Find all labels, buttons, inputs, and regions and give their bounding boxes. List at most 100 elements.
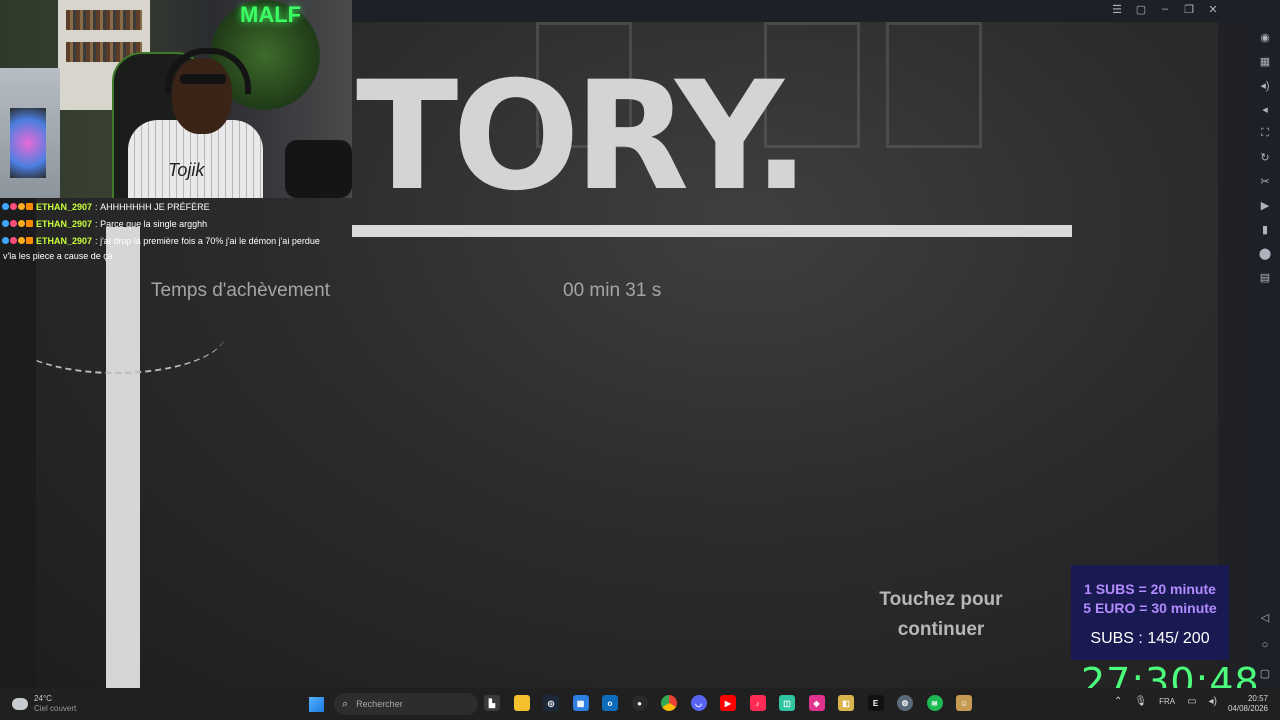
tiktok-icon[interactable]: ♪ (749, 695, 766, 711)
taskbar-search[interactable]: ⌕ Rechercher (334, 693, 478, 715)
taskbar-apps: ▙ ◎ ▦ o ● ◡ ▶ ♪ ◫ ◈ ◧ E ⚙ ≋ ☺ (484, 695, 972, 711)
books-row (66, 10, 142, 30)
chat-text-continuation: v'la les piece a cause de ça (3, 251, 113, 261)
multi-instance-icon[interactable]: ▤ (1256, 268, 1274, 286)
subathon-rule-euro: 5 EURO = 30 minute (1083, 600, 1217, 616)
chat-text: Parce que la single argghh (100, 218, 208, 229)
epic-games-icon[interactable]: E (867, 695, 884, 711)
chat-separator: : (95, 235, 98, 246)
badge-icon (2, 203, 9, 210)
webcam-overlay: MALF Tojik (0, 0, 352, 198)
globe-icon[interactable]: ◉ (1256, 28, 1274, 46)
weather-temp: 24°C (34, 694, 52, 703)
chat-message: ETHAN_2907 : Parce que la single argghh (0, 215, 352, 232)
pc-case (0, 68, 60, 198)
rotate-icon[interactable]: ↻ (1256, 148, 1274, 166)
continue-line-2: continuer (897, 619, 985, 640)
folder-icon[interactable] (513, 695, 530, 711)
store-icon[interactable]: ▦ (572, 695, 589, 711)
chat-separator: : (95, 218, 98, 229)
tap-to-continue[interactable]: Touchez pour continuer (871, 585, 1011, 645)
continue-line-1: Touchez pour (879, 589, 1003, 610)
rgb-lights (10, 108, 46, 178)
streamlabs-icon[interactable]: ◫ (779, 695, 795, 711)
app-pink-icon[interactable]: ◈ (808, 695, 825, 711)
apk-icon[interactable]: ▮ (1256, 220, 1274, 238)
search-icon: ⌕ (342, 697, 349, 710)
fullscreen-icon[interactable]: ⛶ (1256, 124, 1274, 142)
chat-username: ETHAN_2907 (36, 201, 93, 212)
subathon-box: 1 SUBS = 20 minute 5 EURO = 30 minute SU… (1071, 565, 1229, 660)
taskbar-clock[interactable]: 20:57 04/08/2026 (1222, 694, 1268, 714)
chat-username: ETHAN_2907 (36, 218, 93, 229)
taskbar: 24°C Ciel couvert ⌕ Rechercher ▙ ◎ ▦ o ●… (0, 688, 1280, 720)
victory-title: TORY. (356, 50, 810, 224)
system-tray: ⌃ 🎙 FRA ▭ ◂) (1114, 696, 1217, 707)
minimize-icon[interactable]: – (1158, 3, 1172, 16)
windows-start-icon[interactable] (309, 697, 324, 712)
user-badges (2, 220, 33, 227)
user-badges (2, 203, 33, 210)
youtube-icon[interactable]: ▶ (720, 695, 736, 711)
completion-time-value: 00 min 31 s (563, 280, 662, 301)
subathon-rule-subs: 1 SUBS = 20 minute (1084, 581, 1216, 597)
microphone-icon[interactable]: 🎙 (1134, 696, 1147, 707)
home-icon[interactable]: ○ (1256, 636, 1274, 654)
back-icon[interactable]: ◁ (1256, 608, 1274, 626)
completion-time-label: Temps d'achèvement (151, 280, 330, 301)
network-icon[interactable]: ▭ (1187, 696, 1196, 707)
bag (285, 140, 352, 198)
shake-icon[interactable]: ✂ (1256, 172, 1274, 190)
neon-sign: MALF (240, 2, 302, 27)
badge-icon (18, 203, 25, 210)
location-icon[interactable]: ⬤ (1256, 244, 1274, 262)
weather-widget[interactable]: 24°C Ciel couvert (12, 694, 76, 714)
badge-icon (10, 203, 17, 210)
settings-icon[interactable]: ⚙ (897, 695, 913, 711)
search-placeholder: Rechercher (356, 699, 403, 709)
obs-icon[interactable]: ● (631, 695, 648, 711)
app-avatar-icon[interactable]: ☺ (956, 695, 972, 711)
chat-username: ETHAN_2907 (36, 235, 93, 246)
chat-text: AHHHHHHH JE PRÉFÈRE (100, 201, 210, 212)
chevron-up-icon[interactable]: ⌃ (1114, 696, 1122, 707)
screen-capture-icon[interactable]: ▢ (1134, 3, 1148, 16)
close-icon[interactable]: ✕ (1206, 3, 1220, 16)
badge-icon (26, 203, 33, 210)
restore-icon[interactable]: ❐ (1182, 3, 1196, 16)
badge-icon (2, 220, 9, 227)
badge-icon (26, 237, 33, 244)
file-manager-icon[interactable]: ▙ (484, 695, 500, 711)
subathon-sub-count: SUBS : 145/ 200 (1090, 630, 1210, 647)
volume-icon[interactable]: ◂) (1209, 696, 1217, 707)
language-indicator[interactable]: FRA (1159, 697, 1175, 706)
chat-message: ETHAN_2907 : j'ai drop la première fois … (0, 232, 352, 249)
title-underline (352, 225, 1072, 237)
menu-icon[interactable]: ☰ (1110, 3, 1124, 16)
volume-down-icon[interactable]: ◂ (1256, 100, 1274, 118)
spotify-icon[interactable]: ≋ (926, 695, 943, 711)
steam-icon[interactable]: ◎ (543, 695, 559, 711)
volume-up-icon[interactable]: ◂) (1256, 76, 1274, 94)
discord-icon[interactable]: ◡ (690, 695, 707, 711)
badge-icon (2, 237, 9, 244)
chat-text: j'ai drop la première fois a 70% j'ai le… (100, 235, 320, 246)
badge-icon (18, 237, 25, 244)
decorative-arc (36, 292, 226, 374)
ghost-letter-block (886, 22, 982, 148)
clock-time: 20:57 (1247, 694, 1268, 703)
badge-icon (26, 220, 33, 227)
badge-icon (10, 237, 17, 244)
chat-message: ETHAN_2907 : AHHHHHHH JE PRÉFÈRE (0, 198, 352, 215)
keyboard-icon[interactable]: ▦ (1256, 52, 1274, 70)
window-controls: ☰ ▢ – ❐ ✕ (1110, 3, 1220, 16)
cloud-icon (12, 698, 28, 710)
emulator-corner (1250, 0, 1280, 22)
chat-separator: : (95, 201, 98, 212)
chrome-icon[interactable] (661, 695, 677, 711)
badge-icon (10, 220, 17, 227)
app-yellow-icon[interactable]: ◧ (838, 695, 854, 711)
outlook-icon[interactable]: o (602, 695, 618, 711)
record-icon[interactable]: ▶ (1256, 196, 1274, 214)
glasses (180, 74, 226, 84)
